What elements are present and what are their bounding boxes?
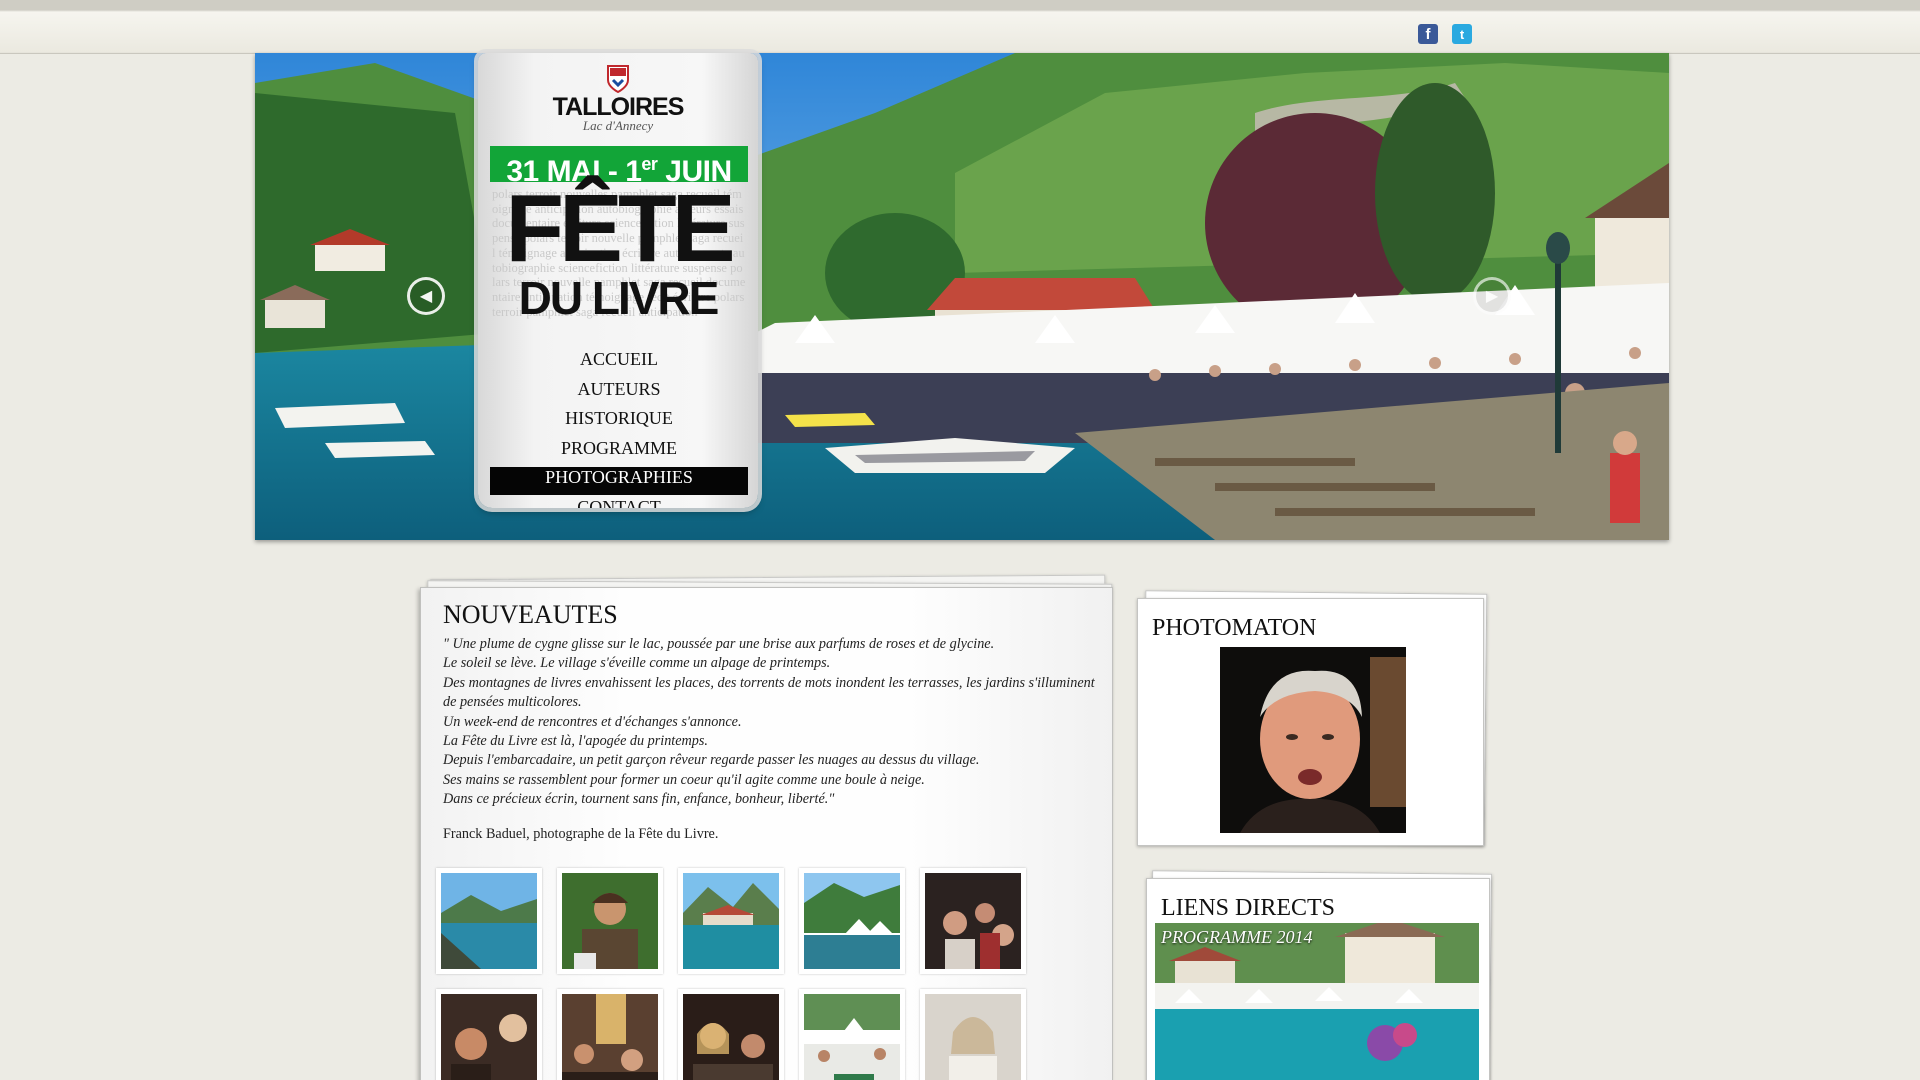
menu-item-auteurs[interactable]: Auteurs bbox=[490, 379, 748, 407]
photo-thumbnail-woman-book[interactable] bbox=[920, 989, 1026, 1080]
menu-item-historique[interactable]: Historique bbox=[490, 408, 748, 436]
poem-line: " Une plume de cygne glisse sur le lac, … bbox=[443, 636, 995, 652]
facebook-icon[interactable]: f bbox=[1418, 24, 1438, 44]
photo-thumbnail-grid bbox=[436, 868, 1026, 1080]
social-links: f t bbox=[1418, 24, 1472, 44]
direct-links-title: LIENS DIRECTS bbox=[1161, 895, 1335, 921]
banner-slideshow: ◀ ▶ bbox=[255, 53, 1669, 540]
menu-item-programme[interactable]: Programme bbox=[490, 438, 748, 466]
slide-prev-button[interactable]: ◀ bbox=[407, 277, 445, 315]
direct-links-box: LIENS DIRECTS PROGRAMME 2014 bbox=[1146, 878, 1490, 1080]
poem-line: Le soleil se lève. Le village s'éveille … bbox=[443, 655, 831, 672]
main-menu: Accueil Auteurs Historique Programme Pho… bbox=[490, 349, 748, 508]
news-section: NOUVEAUTES " Une plume de cygne glisse s… bbox=[420, 587, 1113, 1080]
poem-line: Des montagnes de livres envahissent les … bbox=[443, 674, 1095, 711]
photo-thumbnail-author-portrait[interactable] bbox=[557, 868, 663, 974]
photomaton-title: PHOTOMATON bbox=[1152, 615, 1317, 641]
news-poem: " Une plume de cygne glisse sur le lac, … bbox=[443, 635, 1103, 810]
photographer-credit: Franck Baduel, photographe de la Fête du… bbox=[443, 826, 719, 842]
banner-photo bbox=[255, 53, 1669, 540]
poem-line: Un week-end de rencontres et d'échanges … bbox=[443, 713, 742, 730]
poem-line: La Fête du Livre est là, l'apogée du pri… bbox=[443, 733, 708, 750]
photo-thumbnail-dinner-room[interactable] bbox=[557, 989, 663, 1080]
photo-thumbnail-festival-tents[interactable] bbox=[799, 868, 905, 974]
photo-thumbnail-lake-village[interactable] bbox=[678, 868, 784, 974]
photo-thumbnail-crowd-table[interactable] bbox=[920, 868, 1026, 974]
poem-line: Depuis l'embarcadaire, un petit garçon r… bbox=[443, 752, 980, 769]
photo-thumbnail-tent-tables[interactable] bbox=[799, 989, 905, 1080]
twitter-icon[interactable]: t bbox=[1452, 24, 1472, 44]
photo-thumbnail-woman-table[interactable] bbox=[678, 989, 784, 1080]
photo-thumbnail-smiling-men[interactable] bbox=[436, 989, 542, 1080]
photomaton-photo[interactable] bbox=[1220, 647, 1406, 833]
festival-title-livre: DU LIVRE bbox=[518, 272, 720, 324]
town-subtitle: Lac d'Annecy bbox=[582, 118, 654, 133]
program-label: PROGRAMME 2014 bbox=[1161, 927, 1313, 947]
top-bar: f t bbox=[0, 0, 1920, 54]
festival-title-fete: FÊTE bbox=[505, 175, 735, 282]
menu-item-contact[interactable]: Contact bbox=[490, 497, 748, 509]
festival-menu-panel: TALLOIRES Lac d'Annecy 31 MAI - 1er JUIN… bbox=[478, 53, 758, 508]
menu-item-photographies[interactable]: Photographies bbox=[490, 467, 748, 495]
poem-line: Ses mains se rassemblent pour former un … bbox=[443, 771, 925, 788]
program-link[interactable]: PROGRAMME 2014 bbox=[1155, 923, 1479, 1080]
photo-thumbnail-lake-view[interactable] bbox=[436, 868, 542, 974]
talloires-shield-icon bbox=[607, 65, 629, 93]
photomaton-box: PHOTOMATON bbox=[1137, 598, 1484, 846]
menu-item-accueil[interactable]: Accueil bbox=[490, 349, 748, 377]
slide-next-button[interactable]: ▶ bbox=[1473, 277, 1511, 315]
poem-line: Dans ce précieux écrin, tournent sans fi… bbox=[443, 791, 835, 808]
news-title: NOUVEAUTES bbox=[443, 600, 618, 629]
